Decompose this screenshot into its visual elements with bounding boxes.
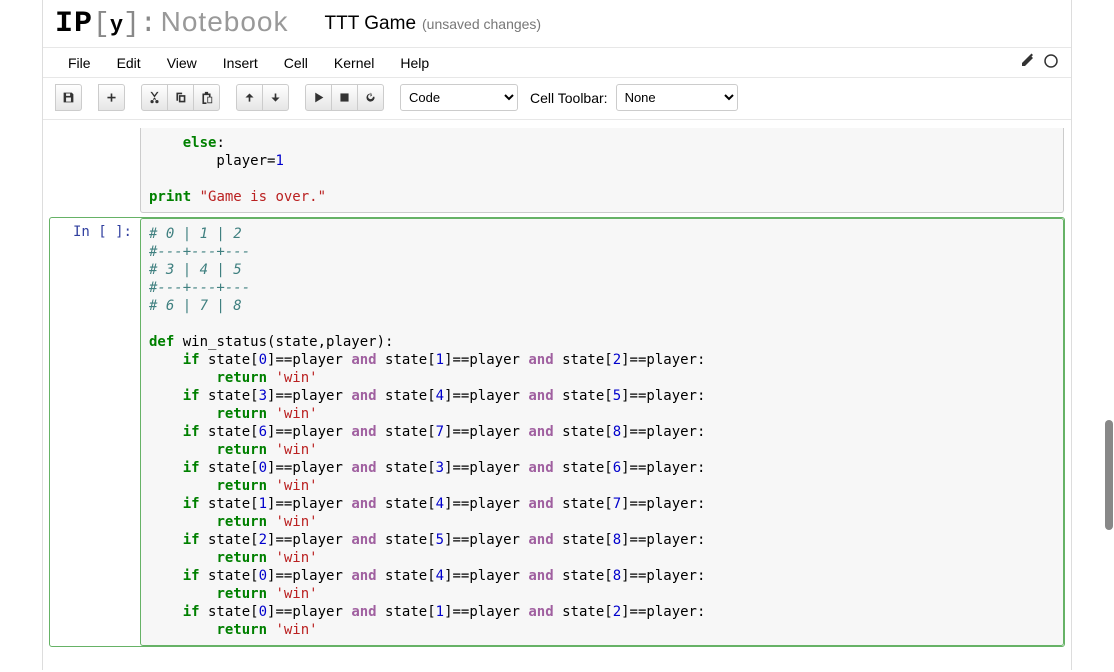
save-status: (unsaved changes)	[422, 16, 541, 32]
copy-button[interactable]	[167, 84, 194, 111]
insert-cell-below-button[interactable]	[98, 84, 125, 111]
save-button[interactable]	[55, 84, 82, 111]
menu-insert[interactable]: Insert	[210, 49, 271, 77]
edit-icon[interactable]	[1019, 53, 1035, 72]
menu-edit[interactable]: Edit	[104, 49, 154, 77]
cut-button[interactable]	[141, 84, 168, 111]
menu-kernel[interactable]: Kernel	[321, 49, 387, 77]
cell-toolbar-select[interactable]: None	[616, 84, 738, 111]
cell-toolbar-label: Cell Toolbar:	[530, 90, 608, 106]
cell-input-area[interactable]: # 0 | 1 | 2 #---+---+--- # 3 | 4 | 5 #--…	[140, 218, 1064, 646]
jupyter-logo[interactable]: IP [ y ]: Notebook	[55, 6, 289, 41]
interrupt-button[interactable]	[331, 84, 358, 111]
scrollbar-thumb[interactable]	[1105, 420, 1113, 530]
paste-button[interactable]	[193, 84, 220, 111]
menu-file[interactable]: File	[55, 49, 104, 77]
cell-type-select[interactable]: Code	[400, 84, 518, 111]
cell-prompt: In [ ]:	[50, 218, 140, 646]
menu-cell[interactable]: Cell	[271, 49, 321, 77]
toolbar: Code Cell Toolbar: None	[43, 78, 1071, 120]
move-down-button[interactable]	[262, 84, 289, 111]
menu-view[interactable]: View	[154, 49, 210, 77]
menu-help[interactable]: Help	[387, 49, 442, 77]
move-up-button[interactable]	[236, 84, 263, 111]
logo-ip: IP	[55, 7, 93, 41]
logo-bracket-close: ]:	[123, 9, 157, 40]
logo-y: y	[110, 13, 123, 38]
code-cell[interactable]: else: player=1 print "Game is over."	[49, 127, 1065, 214]
code-editor[interactable]: else: player=1 print "Game is over."	[149, 134, 1055, 206]
logo-bracket-open: [	[93, 9, 110, 40]
notebook-area[interactable]: else: player=1 print "Game is over."In […	[43, 120, 1071, 670]
restart-button[interactable]	[357, 84, 384, 111]
code-cell[interactable]: In [ ]:# 0 | 1 | 2 #---+---+--- # 3 | 4 …	[49, 217, 1065, 647]
logo-notebook: Notebook	[161, 6, 289, 38]
notebook-title[interactable]: TTT Game	[325, 13, 417, 35]
run-button[interactable]	[305, 84, 332, 111]
kernel-indicator-icon	[1043, 53, 1059, 72]
code-editor[interactable]: # 0 | 1 | 2 #---+---+--- # 3 | 4 | 5 #--…	[149, 225, 1055, 639]
cell-input-area[interactable]: else: player=1 print "Game is over."	[140, 128, 1064, 213]
header: IP [ y ]: Notebook TTT Game (unsaved cha…	[43, 0, 1071, 48]
menubar: File Edit View Insert Cell Kernel Help	[43, 48, 1071, 78]
